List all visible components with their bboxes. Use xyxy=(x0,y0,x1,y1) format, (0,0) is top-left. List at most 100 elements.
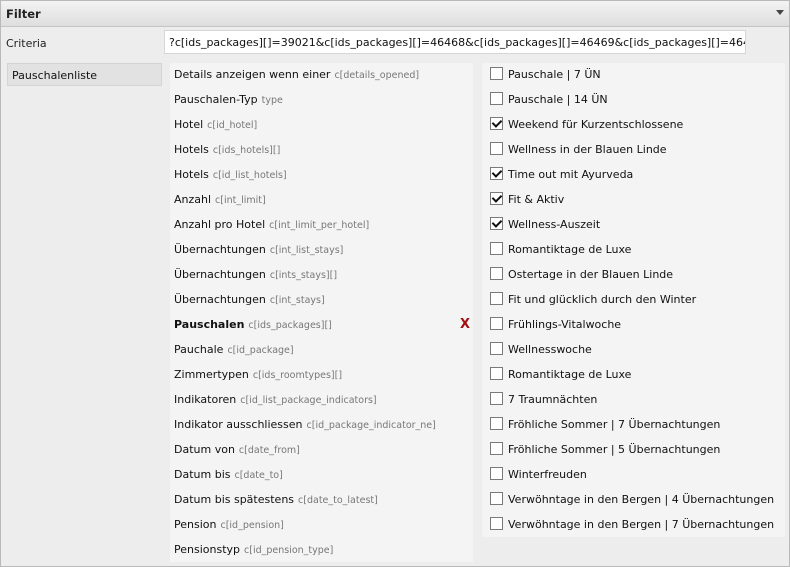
package-item[interactable]: Fröhliche Sommer | 5 Übernachtungen xyxy=(490,439,720,461)
field-item[interactable]: Pension c[id_pension] xyxy=(174,514,284,536)
checkbox-checked[interactable] xyxy=(490,117,503,130)
field-item[interactable]: Indikatoren c[id_list_package_indicators] xyxy=(174,389,377,411)
package-label: Fit & Aktiv xyxy=(508,193,565,206)
filter-panel: Filter Criteria Pauschalenliste Details … xyxy=(0,0,790,567)
package-label: Wellness-Auszeit xyxy=(508,218,601,231)
checkbox-unchecked[interactable] xyxy=(490,67,503,80)
checkbox-unchecked[interactable] xyxy=(490,392,503,405)
package-label: Pauschale | 14 ÜN xyxy=(508,93,608,106)
remove-filter-icon[interactable]: X xyxy=(460,318,472,332)
field-item[interactable]: Indikator ausschliessen c[id_package_indi… xyxy=(174,414,436,436)
field-key: c[ids_packages][] xyxy=(248,320,332,331)
checkbox-unchecked[interactable] xyxy=(490,442,503,455)
field-name: Pension xyxy=(174,518,217,531)
field-key: type xyxy=(261,95,283,106)
checkbox-unchecked[interactable] xyxy=(490,367,503,380)
package-label: Wellnesswoche xyxy=(508,343,592,356)
checkbox-checked[interactable] xyxy=(490,167,503,180)
field-item[interactable]: Datum bis spätestens c[date_to_latest] xyxy=(174,489,378,511)
field-item[interactable]: Details anzeigen wenn einer c[details_ope… xyxy=(174,64,419,86)
field-key: c[details_opened] xyxy=(334,70,420,81)
field-item[interactable]: Zimmertypen c[ids_roomtypes][] xyxy=(174,364,342,386)
package-item[interactable]: Pauschale | 7 ÜN xyxy=(490,64,601,86)
checkbox-unchecked[interactable] xyxy=(490,267,503,280)
package-item[interactable]: Frühlings-Vitalwoche xyxy=(490,314,621,336)
package-label: Time out mit Ayurveda xyxy=(508,168,634,181)
field-item[interactable]: Pauchale c[id_package] xyxy=(174,339,294,361)
checkbox-unchecked[interactable] xyxy=(490,317,503,330)
package-item[interactable]: Wellness-Auszeit xyxy=(490,214,600,236)
package-item[interactable]: Time out mit Ayurveda xyxy=(490,164,633,186)
field-item[interactable]: Übernachtungen c[int_stays] xyxy=(174,289,325,311)
criteria-input[interactable] xyxy=(164,30,746,54)
field-name: Hotels xyxy=(174,143,209,156)
package-item[interactable]: Romantiktage de Luxe xyxy=(490,239,631,261)
field-name: Indikatoren xyxy=(174,393,237,406)
field-name: Datum bis spätestens xyxy=(174,493,295,506)
checkbox-unchecked[interactable] xyxy=(490,92,503,105)
field-key: c[id_pension] xyxy=(220,520,284,531)
field-item[interactable]: Hotels c[id_list_hotels] xyxy=(174,164,287,186)
nav-item-label: Pauschalenliste xyxy=(12,69,98,82)
checkbox-unchecked[interactable] xyxy=(490,292,503,305)
field-key: c[id_package_indicator_ne] xyxy=(306,420,436,431)
nav-item-pauschalenliste[interactable]: Pauschalenliste xyxy=(7,63,162,86)
field-key: c[ids_roomtypes][] xyxy=(252,370,343,381)
package-item[interactable]: Ostertage in der Blauen Linde xyxy=(490,264,673,286)
criteria-label: Criteria xyxy=(6,37,47,50)
checkbox-unchecked[interactable] xyxy=(490,467,503,480)
package-label: Ostertage in der Blauen Linde xyxy=(508,268,674,281)
field-name: Indikator ausschliessen xyxy=(174,418,303,431)
field-item[interactable]: Anzahl c[int_limit] xyxy=(174,189,266,211)
package-item[interactable]: Weekend für Kurzentschlossene xyxy=(490,114,683,136)
field-item[interactable]: Übernachtungen c[int_list_stays] xyxy=(174,239,343,261)
package-item[interactable]: Fit und glücklich durch den Winter xyxy=(490,289,696,311)
panel-header: Filter xyxy=(1,1,789,27)
checkbox-unchecked[interactable] xyxy=(490,517,503,530)
checkbox-unchecked[interactable] xyxy=(490,242,503,255)
field-name: Übernachtungen xyxy=(174,268,266,281)
package-item[interactable]: Winterfreuden xyxy=(490,464,587,486)
package-label: Fröhliche Sommer | 7 Übernachtungen xyxy=(508,418,721,431)
package-item[interactable]: Wellness in der Blauen Linde xyxy=(490,139,667,161)
package-label: Frühlings-Vitalwoche xyxy=(508,318,622,331)
checkbox-unchecked[interactable] xyxy=(490,417,503,430)
field-key: c[id_list_hotels] xyxy=(212,170,287,181)
checkbox-unchecked[interactable] xyxy=(490,142,503,155)
checkbox-checked[interactable] xyxy=(490,192,503,205)
field-name: Anzahl xyxy=(174,193,212,206)
checkbox-unchecked[interactable] xyxy=(490,342,503,355)
field-item[interactable]: Pensionstyp c[id_pension_type] xyxy=(174,539,333,561)
field-item[interactable]: Pauschalen c[ids_packages][] xyxy=(174,314,332,336)
package-item[interactable]: Fit & Aktiv xyxy=(490,189,564,211)
field-list: Details anzeigen wenn einer c[details_ope… xyxy=(170,63,473,562)
package-item[interactable]: Wellnesswoche xyxy=(490,339,592,361)
collapse-arrow-icon[interactable] xyxy=(776,10,784,15)
panel-title: Filter xyxy=(6,7,41,21)
checkbox-checked[interactable] xyxy=(490,217,503,230)
field-name: Details anzeigen wenn einer xyxy=(174,68,331,81)
package-label: Fit und glücklich durch den Winter xyxy=(508,293,697,306)
package-item[interactable]: Romantiktage de Luxe xyxy=(490,364,631,386)
package-item[interactable]: Verwöhntage in den Bergen | 4 Übernachtu… xyxy=(490,489,774,511)
package-label: Winterfreuden xyxy=(508,468,587,481)
checkbox-unchecked[interactable] xyxy=(490,492,503,505)
field-item[interactable]: Datum bis c[date_to] xyxy=(174,464,283,486)
field-item[interactable]: Pauschalen-Typ type xyxy=(174,89,283,111)
field-name: Hotels xyxy=(174,168,209,181)
package-item[interactable]: 7 Traumnächten xyxy=(490,389,597,411)
field-key: c[int_list_stays] xyxy=(269,245,344,256)
field-item[interactable]: Anzahl pro Hotel c[int_limit_per_hotel] xyxy=(174,214,369,236)
field-item[interactable]: Hotel c[id_hotel] xyxy=(174,114,257,136)
field-key: c[id_list_package_indicators] xyxy=(240,395,377,406)
package-item[interactable]: Fröhliche Sommer | 7 Übernachtungen xyxy=(490,414,720,436)
field-item[interactable]: Datum von c[date_from] xyxy=(174,439,300,461)
field-item[interactable]: Hotels c[ids_hotels][] xyxy=(174,139,280,161)
package-label: Romantiktage de Luxe xyxy=(508,243,632,256)
package-item[interactable]: Pauschale | 14 ÜN xyxy=(490,89,608,111)
field-name: Pauchale xyxy=(174,343,224,356)
field-name: Datum von xyxy=(174,443,235,456)
package-label: Pauschale | 7 ÜN xyxy=(508,68,601,81)
package-item[interactable]: Verwöhntage in den Bergen | 7 Übernachtu… xyxy=(490,514,774,536)
field-item[interactable]: Übernachtungen c[ints_stays][] xyxy=(174,264,337,286)
